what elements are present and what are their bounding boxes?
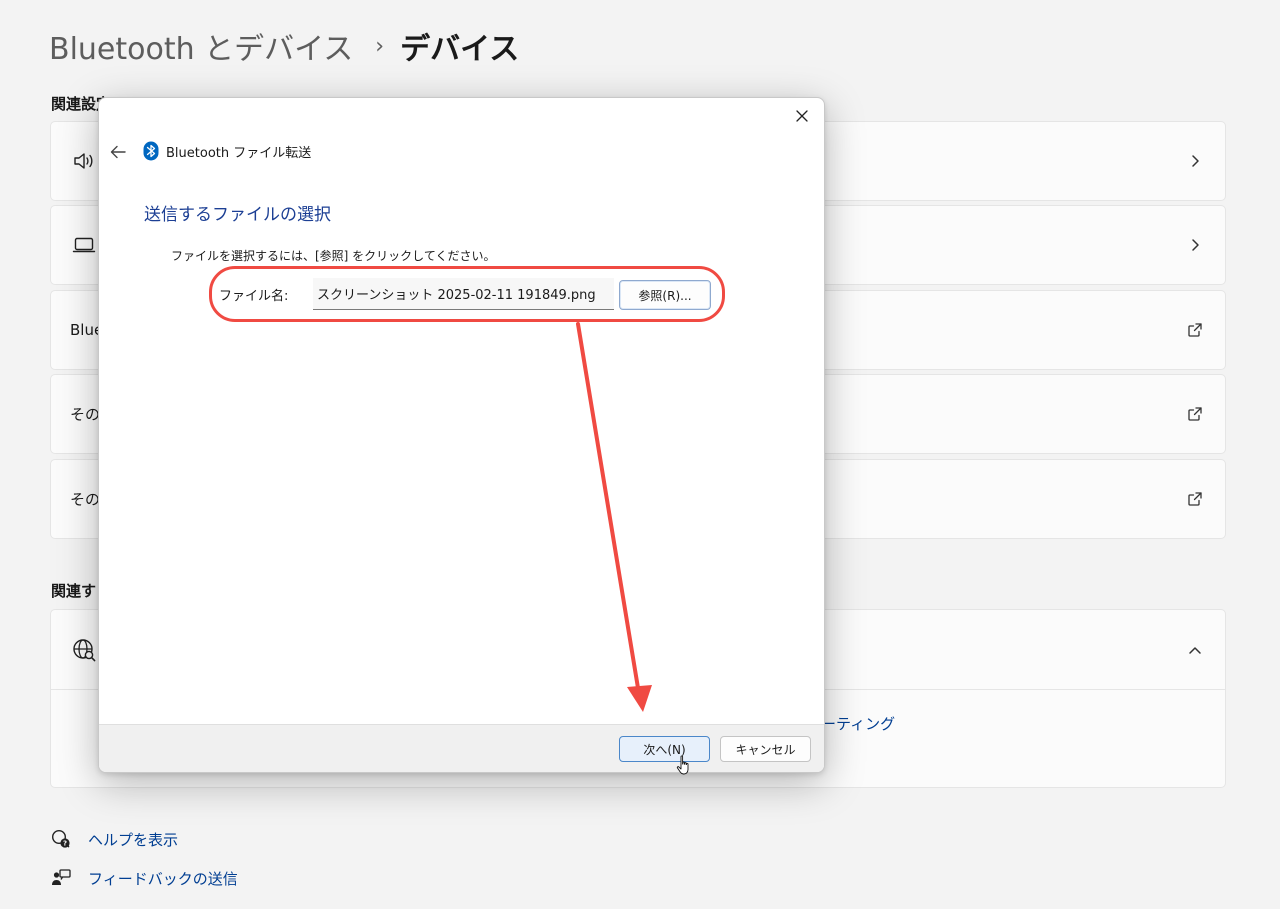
speaker-icon bbox=[71, 148, 97, 174]
support-link[interactable]: ーティング bbox=[821, 713, 895, 734]
external-link-icon bbox=[1185, 489, 1205, 509]
external-link-icon bbox=[1185, 404, 1205, 424]
external-link-icon bbox=[1185, 320, 1205, 340]
help-icon: ? bbox=[50, 828, 72, 850]
laptop-icon bbox=[71, 232, 97, 258]
cancel-button[interactable]: キャンセル bbox=[720, 736, 811, 762]
mouse-pointer-icon bbox=[676, 755, 689, 775]
dialog-title-row: Bluetooth ファイル転送 bbox=[143, 140, 311, 162]
feedback-link-label: フィードバックの送信 bbox=[88, 869, 238, 888]
browse-button[interactable]: 参照(R)... bbox=[619, 280, 711, 310]
card-label: その bbox=[70, 490, 101, 509]
breadcrumb: Bluetooth とデバイス › デバイス bbox=[49, 24, 519, 68]
back-arrow-icon[interactable] bbox=[108, 142, 128, 162]
chevron-right-icon bbox=[1185, 151, 1205, 171]
chevron-right-icon bbox=[1185, 235, 1205, 255]
globe-search-icon bbox=[71, 637, 97, 663]
page-title: デバイス bbox=[400, 32, 520, 67]
dialog-title: Bluetooth ファイル転送 bbox=[166, 145, 312, 161]
card-label: その bbox=[70, 405, 101, 424]
dialog-footer: 次へ(N) キャンセル bbox=[99, 724, 824, 772]
related-support-label: 関連す bbox=[51, 582, 97, 600]
feedback-icon bbox=[50, 867, 72, 889]
feedback-link[interactable]: フィードバックの送信 bbox=[50, 867, 238, 889]
dialog-heading: 送信するファイルの選択 bbox=[144, 205, 331, 225]
svg-text:?: ? bbox=[63, 840, 67, 848]
help-link[interactable]: ? ヘルプを表示 bbox=[50, 828, 178, 850]
file-name-input[interactable] bbox=[313, 278, 614, 310]
next-button[interactable]: 次へ(N) bbox=[619, 736, 710, 762]
bluetooth-transfer-dialog: Bluetooth ファイル転送 送信するファイルの選択 ファイルを選択するには… bbox=[98, 97, 825, 773]
chevron-up-icon bbox=[1185, 640, 1205, 660]
close-icon[interactable] bbox=[788, 104, 816, 128]
breadcrumb-separator: › bbox=[375, 33, 385, 59]
breadcrumb-parent[interactable]: Bluetooth とデバイス bbox=[49, 24, 353, 68]
help-link-label: ヘルプを表示 bbox=[88, 830, 179, 849]
bluetooth-icon bbox=[143, 141, 159, 161]
file-name-label: ファイル名: bbox=[219, 289, 289, 304]
dialog-instruction: ファイルを選択するには、[参照] をクリックしてください。 bbox=[171, 249, 496, 263]
